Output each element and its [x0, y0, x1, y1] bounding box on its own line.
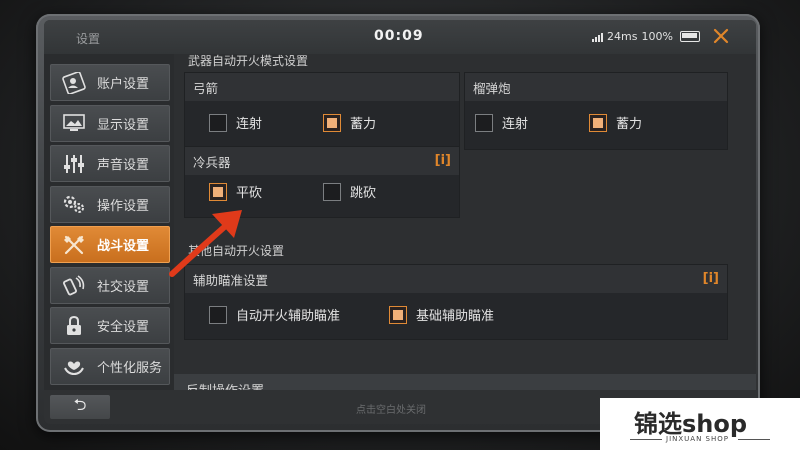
social-icon: [61, 274, 87, 296]
sidebar-item-label: 个性化服务: [97, 360, 163, 376]
settings-content: 武器自动开火模式设置 弓箭 连射 蓄力 榴弹炮 连射 蓄力 冷兵器 [i] 平砍…: [174, 54, 756, 424]
sidebar-item-label: 操作设置: [97, 198, 150, 214]
grenade-rapid-fire-option[interactable]: 连射: [475, 113, 528, 132]
sidebar-item-label: 账户设置: [97, 77, 150, 92]
checkbox[interactable]: [209, 305, 227, 324]
panel-bow: 弓箭 连射 蓄力: [184, 72, 460, 150]
section-header-weapon-auto-fire: 武器自动开火模式设置: [188, 54, 309, 68]
option-label: 跳砍: [350, 186, 377, 201]
option-label: 平砍: [236, 186, 263, 201]
checkbox-checked[interactable]: [323, 113, 341, 132]
sidebar: 账户设置 显示设置 声音设置 操作设置 战斗设置 社交设置 安全设置 个性化服务: [50, 64, 170, 388]
panel-header: 冷兵器 [i]: [185, 147, 459, 175]
sidebar-item-sound[interactable]: 声音设置: [50, 145, 170, 182]
sidebar-item-combat[interactable]: 战斗设置: [50, 226, 170, 263]
auto-fire-assist-aim-option[interactable]: 自动开火辅助瞄准: [209, 305, 340, 324]
sound-icon: [61, 153, 87, 175]
panel-grenade-launcher: 榴弹炮 连射 蓄力: [464, 72, 728, 150]
info-glyph: i: [708, 271, 714, 286]
sidebar-item-label: 声音设置: [97, 158, 150, 173]
watermark-subtitle: JINXUAN SHOP: [666, 435, 729, 443]
option-label: 连射: [236, 117, 263, 132]
clock: 00:09: [374, 28, 424, 44]
info-icon[interactable]: [i]: [703, 271, 719, 286]
watermark: 锦选shop JINXUAN SHOP: [600, 398, 800, 450]
controls-icon: [61, 193, 87, 215]
watermark-rule-left: [630, 439, 662, 440]
close-icon: [713, 28, 729, 44]
sidebar-item-label: 社交设置: [97, 279, 150, 295]
sidebar-item-label: 战斗设置: [97, 239, 150, 254]
sidebar-item-label: 安全设置: [97, 320, 150, 335]
option-label: 蓄力: [350, 117, 377, 132]
window-title: 设置: [76, 32, 101, 46]
checkbox-checked[interactable]: [209, 182, 227, 201]
sidebar-item-display[interactable]: 显示设置: [50, 104, 170, 142]
personalization-icon: [61, 355, 87, 377]
info-icon[interactable]: [i]: [435, 153, 451, 168]
basic-assist-aim-option[interactable]: 基础辅助瞄准: [389, 305, 494, 324]
account-icon: [61, 71, 87, 94]
checkbox[interactable]: [475, 113, 493, 132]
sidebar-item-personalization[interactable]: 个性化服务: [50, 347, 170, 385]
bow-charge-option[interactable]: 蓄力: [323, 113, 376, 132]
info-glyph: i: [440, 153, 446, 168]
panel-title: 冷兵器: [193, 154, 231, 170]
security-icon: [61, 315, 87, 337]
settings-screen: 设置 00:09 24ms 100% 账户设置 显示设置 声音设置 操作设置 战…: [44, 20, 756, 424]
grenade-charge-option[interactable]: 蓄力: [589, 113, 642, 132]
red-arrow-annotation: [169, 210, 242, 277]
close-hint: 点击空白处关闭: [356, 405, 426, 416]
panel-header: 辅助瞄准设置 [i]: [185, 265, 727, 293]
sidebar-item-controls[interactable]: 操作设置: [50, 185, 170, 223]
sidebar-item-label: 显示设置: [97, 117, 150, 133]
sidebar-item-social[interactable]: 社交设置: [50, 266, 170, 304]
signal-icon: [592, 32, 603, 42]
panel-title: 弓箭: [185, 73, 459, 101]
ping-value: 24ms: [607, 30, 638, 43]
back-arrow-icon: ⮌: [73, 394, 87, 414]
bow-rapid-fire-option[interactable]: 连射: [209, 113, 262, 132]
status-bar: 24ms 100%: [592, 30, 700, 43]
sidebar-item-security[interactable]: 安全设置: [50, 307, 170, 344]
watermark-rule-right: [738, 439, 770, 440]
panel-assist-aim: 辅助瞄准设置 [i] 自动开火辅助瞄准 基础辅助瞄准: [184, 264, 728, 340]
option-label: 连射: [502, 117, 529, 132]
combat-icon: [61, 234, 87, 256]
panel-title: 榴弹炮: [465, 73, 727, 101]
display-icon: [61, 112, 87, 134]
checkbox-checked[interactable]: [389, 305, 407, 324]
option-label: 蓄力: [616, 117, 643, 132]
close-button[interactable]: [708, 24, 734, 50]
watermark-brand: 锦选shop: [634, 410, 748, 438]
top-bar: 设置 00:09 24ms 100%: [44, 20, 756, 54]
checkbox[interactable]: [323, 182, 341, 201]
option-label: 自动开火辅助瞄准: [236, 309, 341, 324]
battery-value: 100%: [641, 30, 673, 43]
melee-jump-slash-option[interactable]: 跳砍: [323, 182, 376, 201]
battery-icon: [679, 31, 700, 42]
checkbox[interactable]: [209, 113, 227, 132]
melee-horizontal-slash-option[interactable]: 平砍: [209, 182, 262, 201]
back-button[interactable]: ⮌: [50, 395, 110, 419]
checkbox-checked[interactable]: [589, 113, 607, 132]
sidebar-item-account[interactable]: 账户设置: [50, 64, 170, 101]
option-label: 基础辅助瞄准: [416, 309, 495, 324]
